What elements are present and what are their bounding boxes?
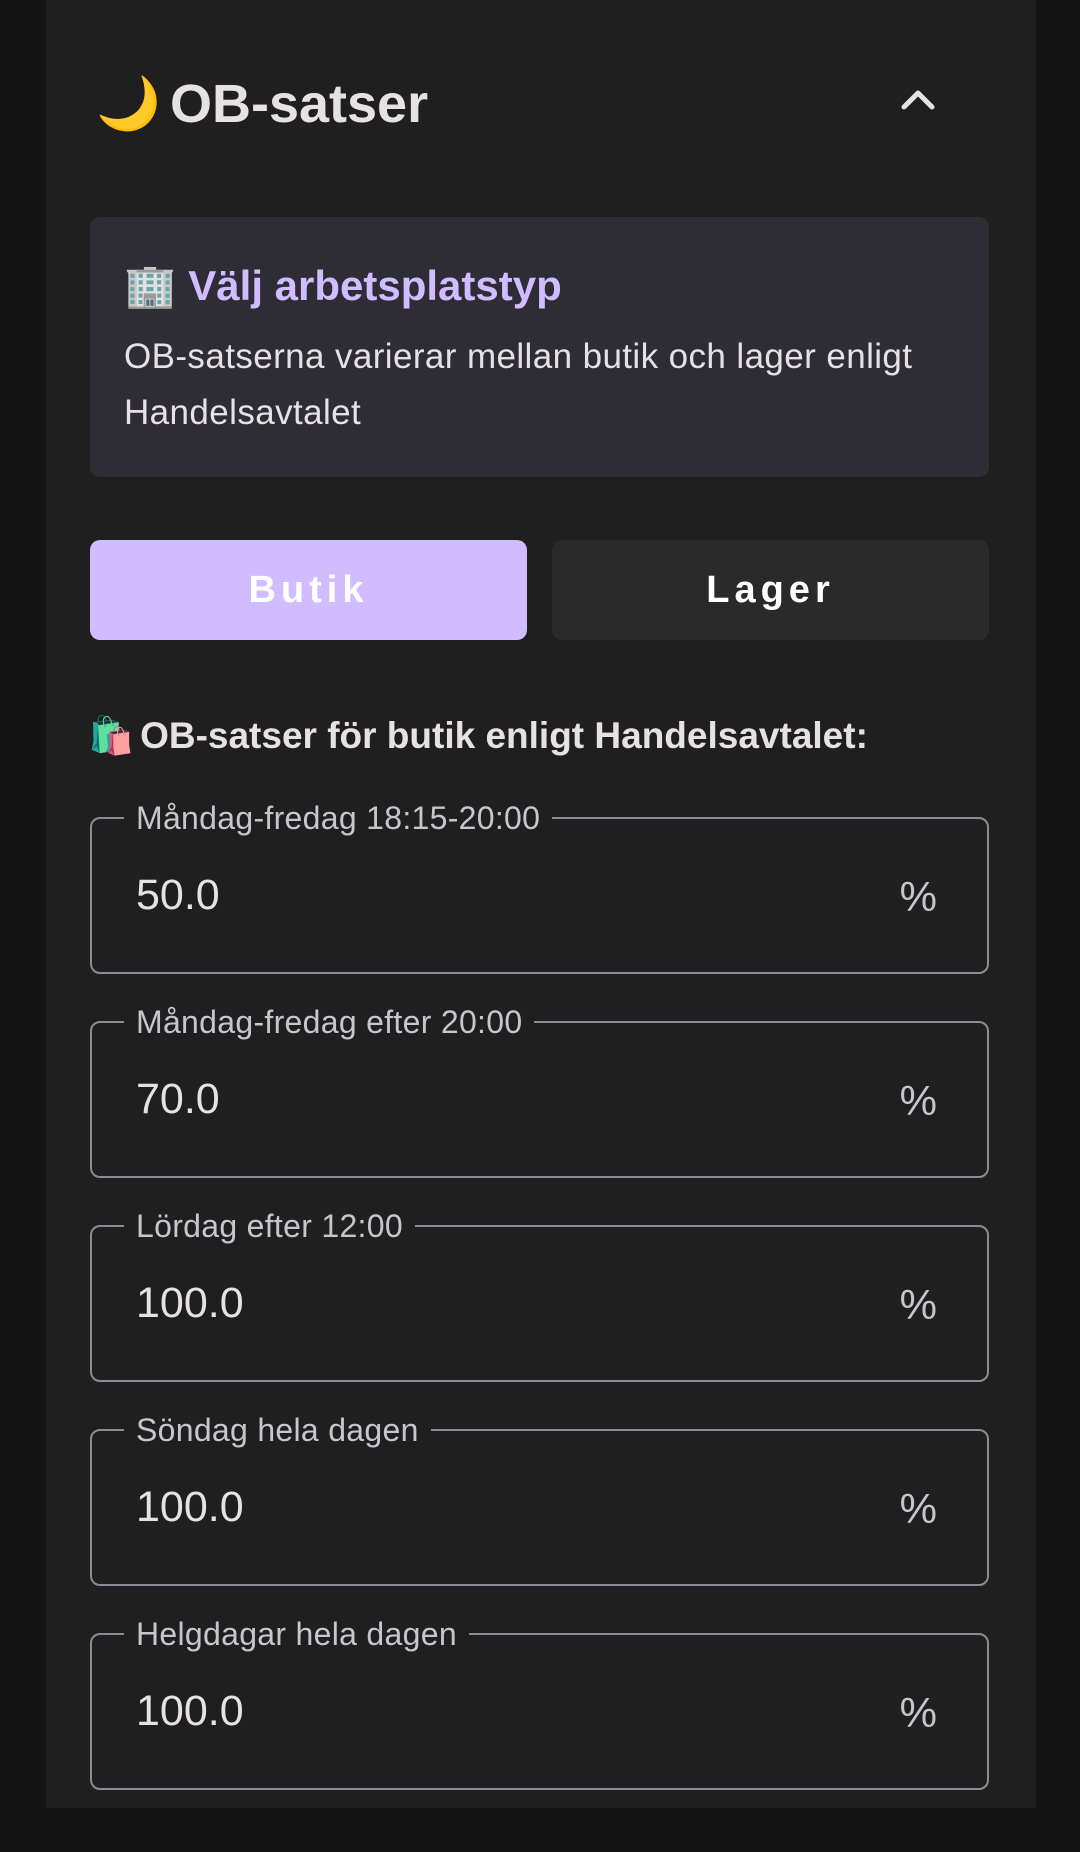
field-label: Måndag-fredag 18:15-20:00 [124, 796, 553, 840]
section-heading-text: OB-satser för butik enligt Handelsavtale… [140, 715, 868, 756]
info-title: 🏢 Välj arbetsplatstyp [124, 259, 562, 313]
field-label: Helgdagar hela dagen [124, 1612, 469, 1656]
section-heading: 🛍️ OB-satser för butik enligt Handelsavta… [88, 710, 868, 762]
ob-section-header[interactable]: 🌙 OB-satser [96, 66, 986, 142]
rate-field-saturday[interactable]: Lördag efter 12:00 100.0 % [90, 1204, 989, 1382]
chevron-up-icon[interactable] [894, 76, 942, 124]
office-building-icon: 🏢 [124, 262, 177, 309]
rate-field-holidays[interactable]: Helgdagar hela dagen 100.0 % [90, 1612, 989, 1790]
field-value[interactable]: 50.0 [136, 867, 220, 923]
moon-icon: 🌙 [96, 75, 161, 133]
workplace-info-box: 🏢 Välj arbetsplatstyp OB-satserna variera… [90, 217, 989, 477]
rate-field-sunday[interactable]: Söndag hela dagen 100.0 % [90, 1408, 989, 1586]
rate-field-weekday-night[interactable]: Måndag-fredag efter 20:00 70.0 % [90, 1000, 989, 1178]
field-value[interactable]: 100.0 [136, 1275, 244, 1331]
field-label: Söndag hela dagen [124, 1408, 431, 1452]
info-title-text: Välj arbetsplatstyp [188, 262, 562, 309]
field-value[interactable]: 100.0 [136, 1683, 244, 1739]
percent-suffix: % [899, 1281, 937, 1328]
section-title: OB-satser [170, 74, 429, 134]
info-description: OB-satserna varierar mellan butik och la… [124, 337, 913, 432]
shopping-bags-icon: 🛍️ [88, 715, 135, 756]
field-label: Lördag efter 12:00 [124, 1204, 415, 1248]
lager-button[interactable]: Lager [552, 540, 989, 640]
percent-suffix: % [899, 1485, 937, 1532]
percent-suffix: % [899, 873, 937, 920]
field-value[interactable]: 70.0 [136, 1071, 220, 1127]
butik-button[interactable]: Butik [90, 540, 527, 640]
percent-suffix: % [899, 1689, 937, 1736]
field-label: Måndag-fredag efter 20:00 [124, 1000, 535, 1044]
rate-field-weekday-evening[interactable]: Måndag-fredag 18:15-20:00 50.0 % [90, 796, 989, 974]
field-value[interactable]: 100.0 [136, 1479, 244, 1535]
percent-suffix: % [899, 1077, 937, 1124]
